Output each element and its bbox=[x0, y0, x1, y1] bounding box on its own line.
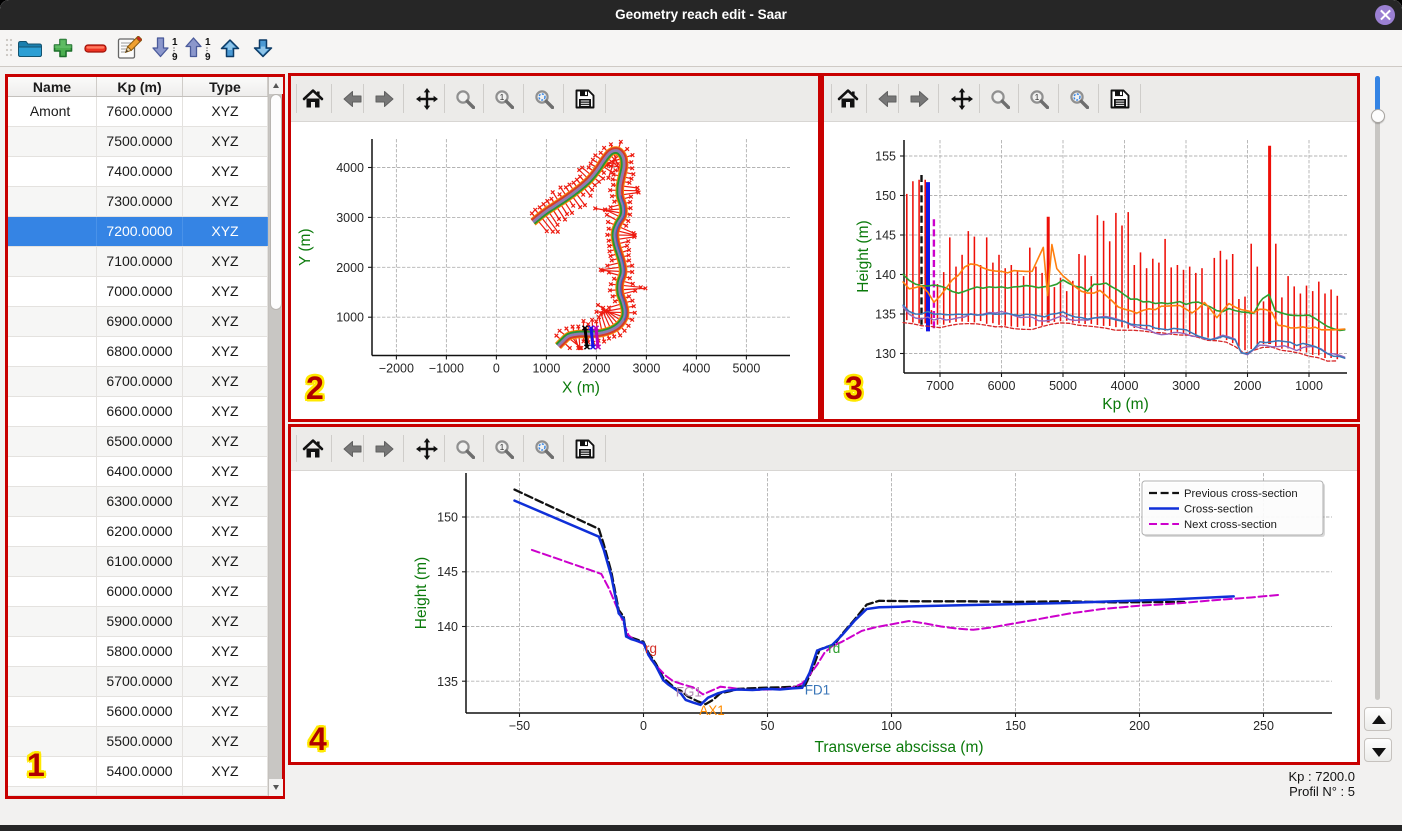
svg-text:rg: rg bbox=[645, 641, 657, 656]
svg-text:rd: rd bbox=[828, 641, 840, 656]
svg-text:1000: 1000 bbox=[1295, 379, 1323, 393]
svg-text:3000: 3000 bbox=[632, 362, 660, 376]
svg-text:150: 150 bbox=[1005, 719, 1026, 733]
svg-text:140: 140 bbox=[437, 620, 458, 634]
svg-text:6000: 6000 bbox=[988, 379, 1016, 393]
svg-text:1: 1 bbox=[500, 442, 505, 452]
svg-text:AX1: AX1 bbox=[699, 703, 725, 718]
svg-text:0: 0 bbox=[493, 362, 500, 376]
svg-text:4000: 4000 bbox=[682, 362, 710, 376]
svg-text:7000: 7000 bbox=[926, 379, 954, 393]
svg-text:2000: 2000 bbox=[582, 362, 610, 376]
svg-text:FG1: FG1 bbox=[676, 685, 702, 700]
svg-text:1: 1 bbox=[1035, 92, 1040, 102]
svg-text:Y (m): Y (m) bbox=[297, 228, 314, 266]
svg-text:145: 145 bbox=[437, 565, 458, 579]
svg-text:1: 1 bbox=[500, 92, 505, 102]
svg-text:200: 200 bbox=[1129, 719, 1150, 733]
svg-text:155: 155 bbox=[875, 150, 896, 164]
svg-text:−50: −50 bbox=[509, 719, 530, 733]
svg-text:Transverse abscissa (m): Transverse abscissa (m) bbox=[814, 739, 983, 756]
svg-text:3000: 3000 bbox=[336, 211, 364, 225]
svg-text:−2000: −2000 bbox=[379, 362, 414, 376]
svg-text:2000: 2000 bbox=[1234, 379, 1262, 393]
svg-text:140: 140 bbox=[875, 268, 896, 282]
svg-text:135: 135 bbox=[437, 675, 458, 689]
svg-text:Cross-section: Cross-section bbox=[1184, 503, 1253, 515]
svg-text:−1000: −1000 bbox=[429, 362, 464, 376]
svg-text:135: 135 bbox=[875, 308, 896, 322]
svg-text:9: 9 bbox=[172, 52, 178, 61]
svg-text:150: 150 bbox=[875, 189, 896, 203]
svg-text:1: 1 bbox=[205, 37, 211, 48]
svg-text:Kp (m): Kp (m) bbox=[1102, 396, 1149, 413]
svg-text:145: 145 bbox=[875, 229, 896, 243]
svg-text:1000: 1000 bbox=[336, 311, 364, 325]
svg-text:FD1: FD1 bbox=[805, 682, 831, 697]
svg-text:250: 250 bbox=[1253, 719, 1274, 733]
svg-text:3000: 3000 bbox=[1172, 379, 1200, 393]
svg-text:Height (m): Height (m) bbox=[855, 220, 872, 292]
svg-text:4000: 4000 bbox=[1111, 379, 1139, 393]
svg-text:5000: 5000 bbox=[732, 362, 760, 376]
svg-text:4000: 4000 bbox=[336, 161, 364, 175]
svg-text:1000: 1000 bbox=[532, 362, 560, 376]
svg-text:150: 150 bbox=[437, 511, 458, 525]
svg-text:1: 1 bbox=[172, 37, 178, 48]
svg-text:2000: 2000 bbox=[336, 261, 364, 275]
svg-text:5000: 5000 bbox=[1049, 379, 1077, 393]
svg-text:130: 130 bbox=[875, 347, 896, 361]
svg-text:Next cross-section: Next cross-section bbox=[1184, 519, 1277, 531]
svg-text:50: 50 bbox=[761, 719, 775, 733]
svg-text:Height (m): Height (m) bbox=[413, 557, 430, 629]
svg-text:9: 9 bbox=[205, 52, 211, 61]
svg-text:0: 0 bbox=[640, 719, 647, 733]
svg-text:X (m): X (m) bbox=[562, 380, 600, 397]
svg-text:Previous cross-section: Previous cross-section bbox=[1184, 488, 1298, 500]
svg-text:100: 100 bbox=[881, 719, 902, 733]
